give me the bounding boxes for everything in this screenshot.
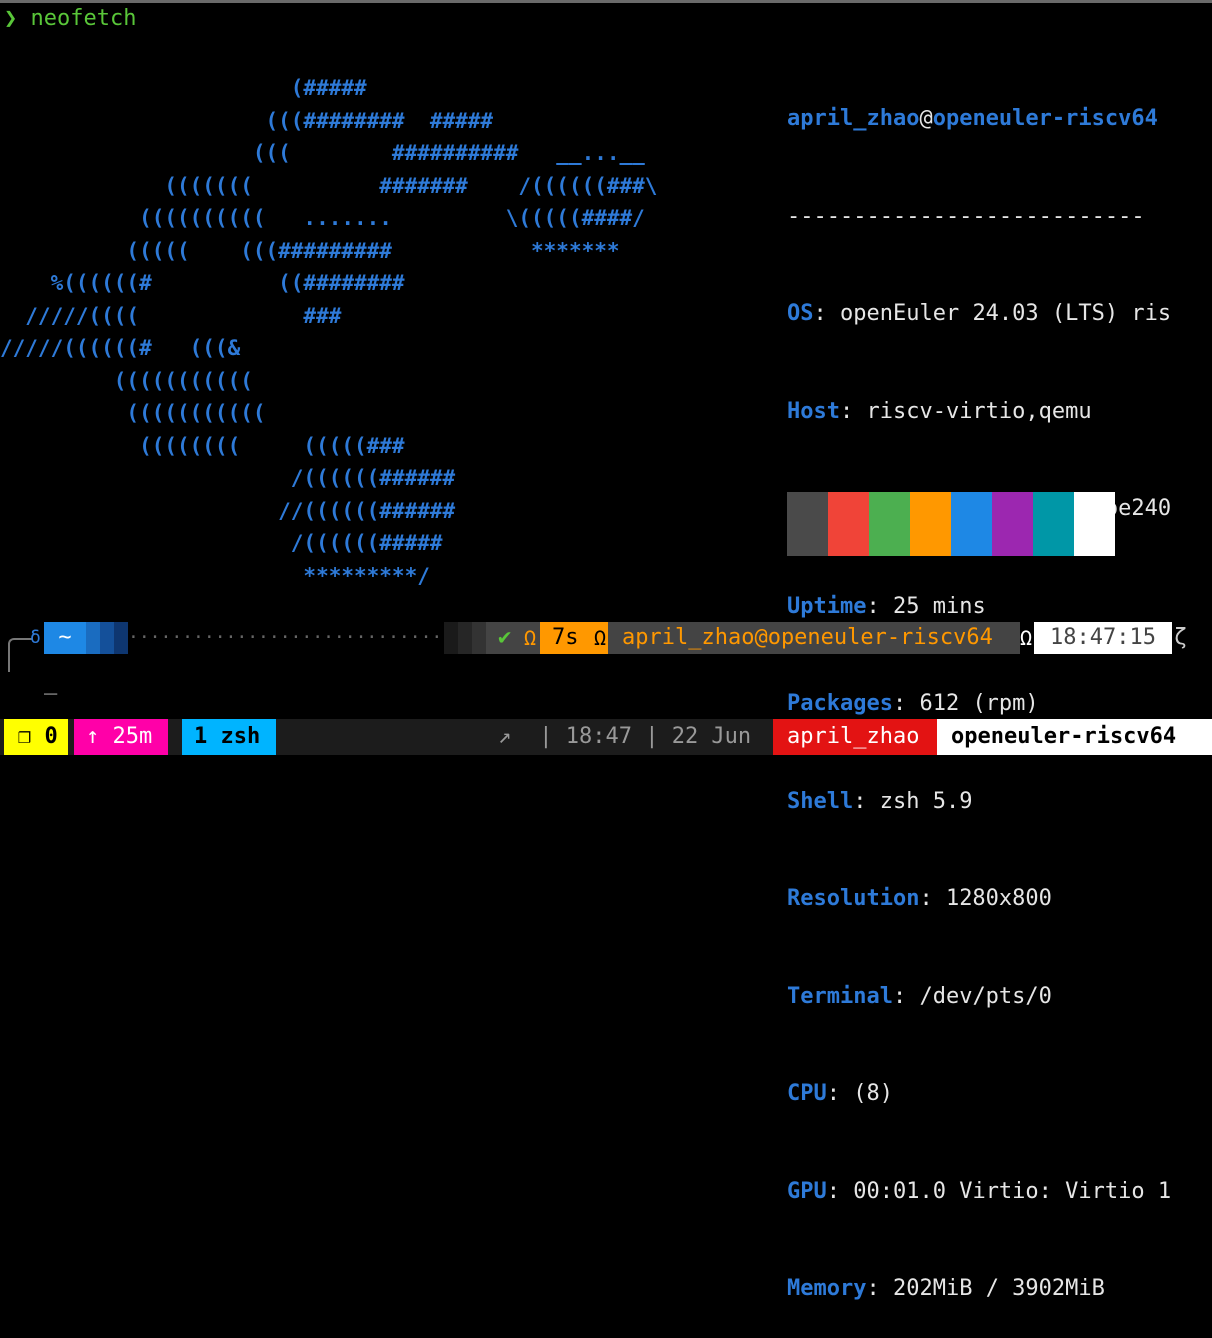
openeuler-ascii-logo: (##### (((######## ##### ((( ########## … bbox=[0, 76, 658, 588]
tmux-user: april_zhao bbox=[773, 719, 937, 755]
info-value: : 25 mins bbox=[866, 593, 986, 619]
info-row-terminal: Terminal: /dev/pts/0 bbox=[787, 981, 1171, 1014]
prompt-userhost: april_zhao@openeuler-riscv64 bbox=[608, 622, 1020, 654]
tmux-uptime: ↑ 25m bbox=[74, 719, 168, 755]
prompt-dir-fade-1 bbox=[86, 622, 100, 654]
info-row-packages: Packages: 612 (rpm) bbox=[787, 688, 1171, 721]
info-row-uptime: Uptime: 25 mins bbox=[787, 591, 1171, 624]
color-palette bbox=[787, 492, 1115, 556]
info-title: april_zhao@openeuler-riscv64 bbox=[787, 103, 1171, 136]
info-row-host: Host: riscv-virtio,qemu bbox=[787, 396, 1171, 429]
info-key: Packages bbox=[787, 691, 893, 716]
prompt-status-fade-2 bbox=[458, 622, 472, 654]
info-value: : 612 (rpm) bbox=[892, 691, 1039, 716]
tmux-session[interactable]: ❐ 0 bbox=[4, 719, 68, 755]
prompt-dir-fade-2 bbox=[100, 622, 114, 654]
info-key: Uptime bbox=[787, 593, 867, 619]
palette-swatch bbox=[828, 492, 869, 556]
command-text: neofetch bbox=[30, 6, 137, 31]
prompt-left-glyph: δ bbox=[30, 627, 41, 648]
system-info: april_zhao@openeuler-riscv64 -----------… bbox=[787, 38, 1171, 1338]
info-key: OS bbox=[787, 301, 814, 326]
info-row-os: OS: openEuler 24.03 (LTS) ris bbox=[787, 298, 1171, 331]
prompt-status-fade-1 bbox=[444, 622, 458, 654]
window-top-border bbox=[0, 0, 1212, 3]
info-at: @ bbox=[919, 106, 933, 131]
info-row-gpu: GPU: 00:01.0 Virtio: Virtio 1 bbox=[787, 1176, 1171, 1209]
command-line: ❯ neofetch bbox=[4, 6, 136, 31]
prompt-omega-2: Ω bbox=[594, 626, 607, 650]
tmux-clock: | 18:47 | 22 Jun bbox=[526, 724, 752, 749]
info-user: april_zhao bbox=[787, 106, 920, 131]
info-key: Memory bbox=[787, 1276, 867, 1301]
info-value: : openEuler 24.03 (LTS) ris bbox=[813, 301, 1172, 326]
info-row-shell: Shell: zsh 5.9 bbox=[787, 786, 1171, 819]
palette-swatch bbox=[1074, 492, 1115, 556]
info-row-cpu: CPU: (8) bbox=[787, 1078, 1171, 1111]
palette-swatch bbox=[951, 492, 992, 556]
info-key: Host bbox=[787, 398, 840, 424]
prompt-chevron-icon: ❯ bbox=[4, 6, 18, 31]
prompt-omega-1: Ω bbox=[524, 626, 537, 650]
tmux-host: openeuler-riscv64 bbox=[937, 719, 1212, 755]
info-key: Resolution bbox=[787, 886, 920, 911]
info-value: : (8) bbox=[826, 1081, 893, 1106]
session-icon: ❐ bbox=[18, 724, 32, 749]
info-key: Shell bbox=[787, 788, 854, 814]
tmux-window-tab[interactable]: 1 zsh bbox=[182, 719, 276, 755]
info-value: : 202MiB / 3902MiB bbox=[866, 1276, 1105, 1301]
prompt-right-glyph: ζ bbox=[1174, 625, 1188, 650]
info-key: GPU bbox=[787, 1178, 827, 1204]
palette-swatch bbox=[869, 492, 910, 556]
info-host: openeuler-riscv64 bbox=[932, 106, 1158, 131]
info-row-memory: Memory: 202MiB / 3902MiB bbox=[787, 1273, 1171, 1306]
info-key: Terminal bbox=[787, 983, 893, 1009]
info-value: : zsh 5.9 bbox=[853, 788, 973, 814]
prompt-status-fade-3 bbox=[472, 622, 486, 654]
prompt-time: 18:47:15 bbox=[1034, 622, 1172, 654]
text-cursor[interactable]: _ bbox=[44, 670, 57, 695]
palette-swatch bbox=[910, 492, 951, 556]
info-row-resolution: Resolution: 1280x800 bbox=[787, 883, 1171, 916]
prompt-omega-3: Ω bbox=[1020, 626, 1033, 650]
info-separator: --------------------------- bbox=[787, 203, 1145, 229]
prompt-dir-fade-3 bbox=[114, 622, 128, 654]
prompt-corner-decoration bbox=[8, 638, 32, 672]
info-value: : 00:01.0 Virtio: Virtio 1 bbox=[826, 1178, 1172, 1204]
palette-swatch bbox=[992, 492, 1033, 556]
prompt-directory[interactable]: ~ bbox=[44, 622, 86, 654]
arrow-up-right-icon: ↗ bbox=[498, 724, 512, 749]
palette-swatch bbox=[1033, 492, 1074, 556]
info-value: : /dev/pts/0 bbox=[892, 983, 1052, 1009]
info-key: CPU bbox=[787, 1081, 827, 1106]
info-value: : riscv-virtio,qemu bbox=[839, 398, 1092, 424]
session-name: 0 bbox=[44, 724, 58, 749]
prompt-filler-dots: ········································… bbox=[128, 627, 444, 648]
info-value: : 1280x800 bbox=[919, 886, 1052, 911]
palette-swatch bbox=[787, 492, 828, 556]
